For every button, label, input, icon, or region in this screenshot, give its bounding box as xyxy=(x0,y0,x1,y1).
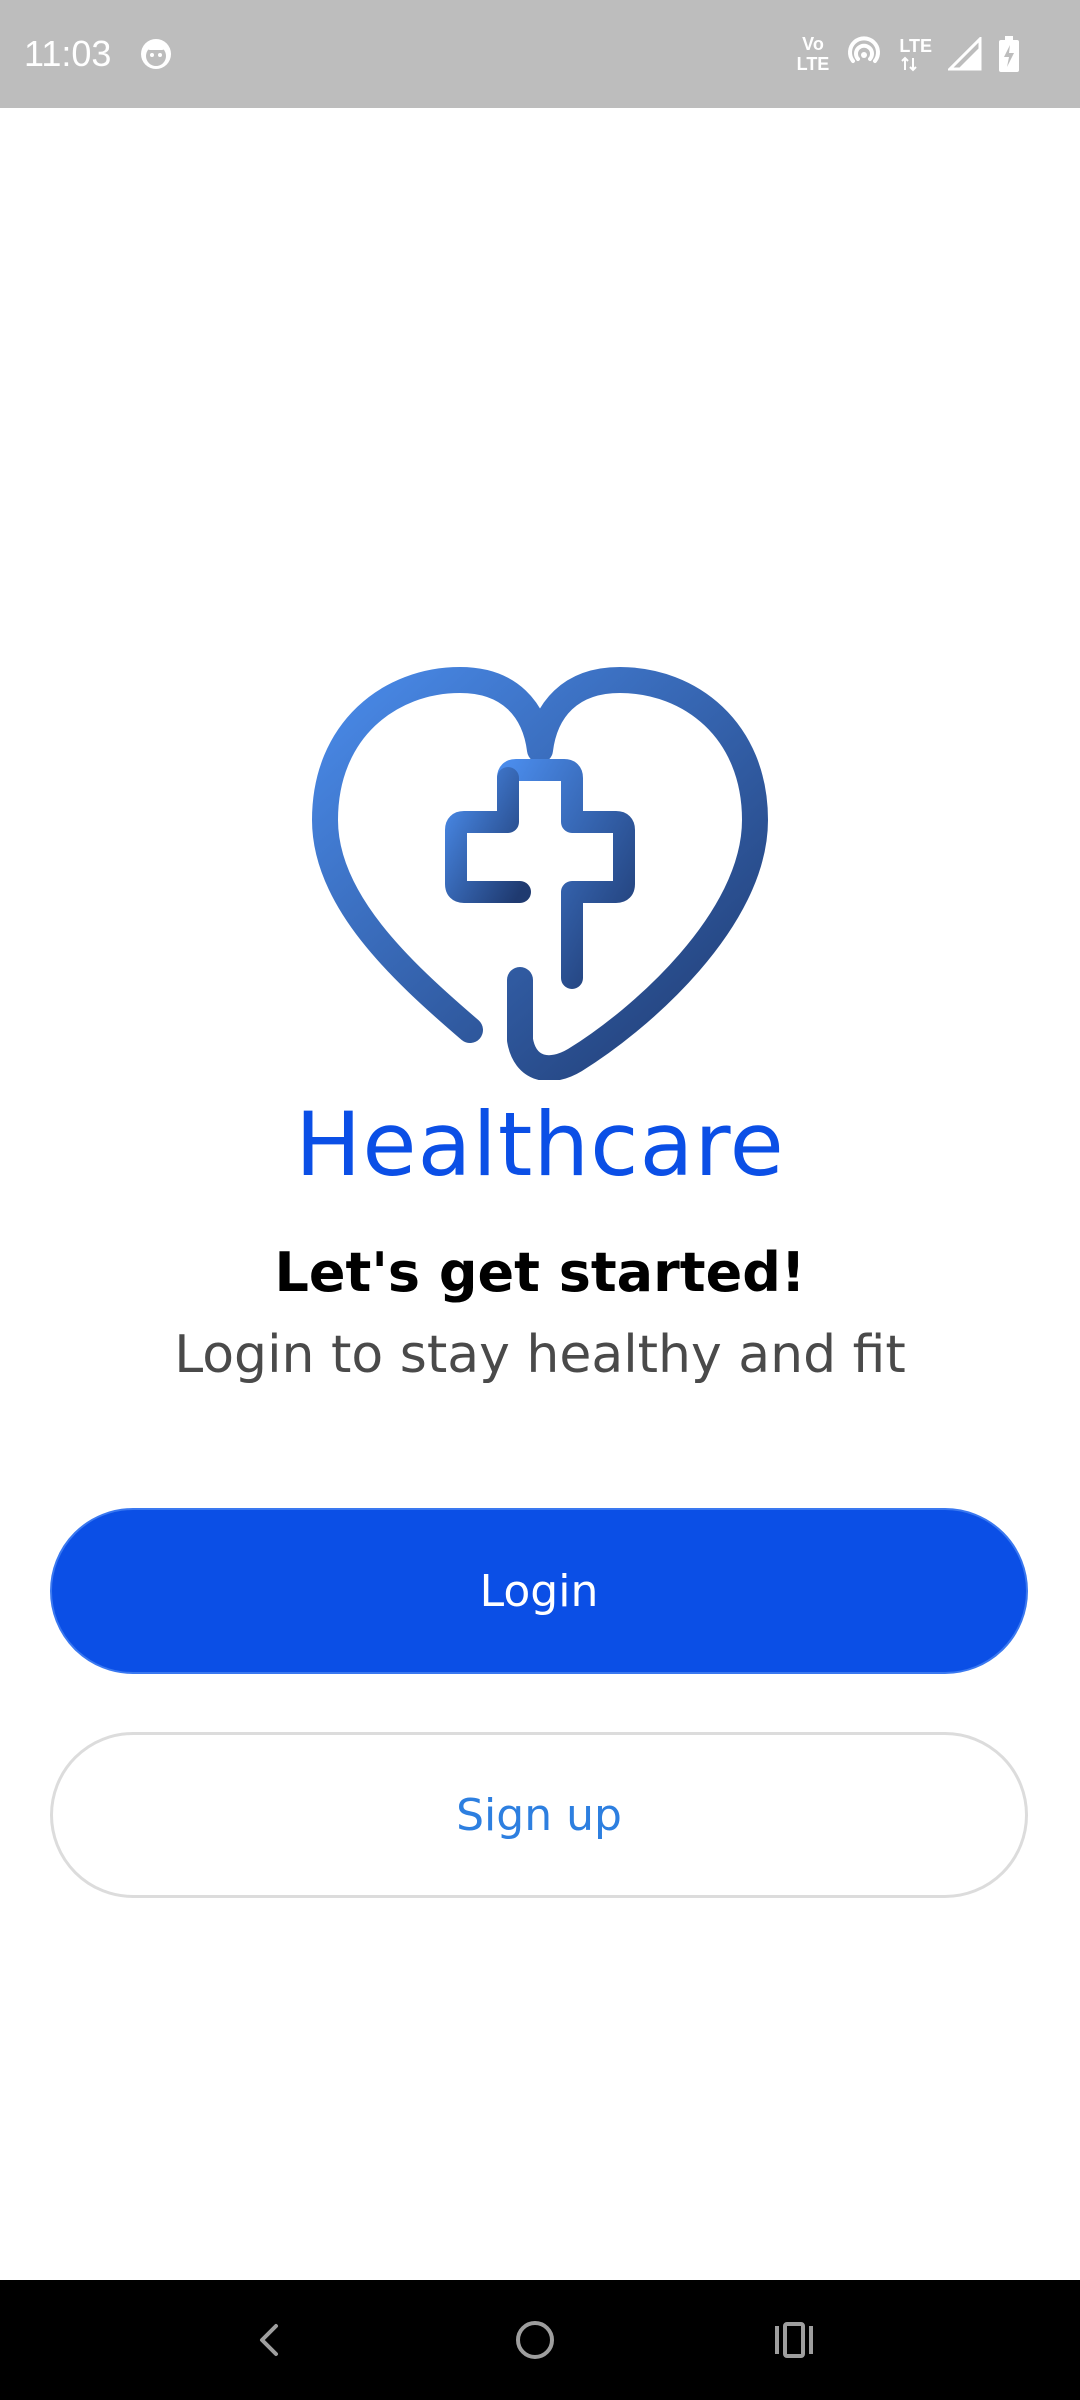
headline: Let's get started! xyxy=(274,1241,806,1304)
recents-icon[interactable] xyxy=(765,2310,825,2370)
navigation-bar xyxy=(0,2280,1080,2400)
subline: Login to stay healthy and fit xyxy=(174,1325,906,1385)
battery-charging-icon xyxy=(998,35,1020,73)
status-icons: Vo LTE LTE xyxy=(797,30,1020,78)
hotspot-icon xyxy=(845,35,883,73)
volte-icon: Vo LTE xyxy=(797,34,830,74)
status-time: 11:03 xyxy=(24,33,112,74)
volte-label-bottom: LTE xyxy=(796,54,830,74)
login-button[interactable]: Login xyxy=(50,1508,1028,1674)
signup-button[interactable]: Sign up xyxy=(50,1732,1028,1898)
heart-cross-icon xyxy=(310,660,770,1082)
signal-icon xyxy=(948,37,982,71)
back-icon[interactable] xyxy=(240,2310,300,2370)
welcome-screen: 11:03 Vo LTE LTE Healthcare Let's get st… xyxy=(0,0,1080,2400)
face-notification-icon xyxy=(138,36,178,76)
lte-label: LTE xyxy=(899,36,932,56)
status-bar: 11:03 Vo LTE LTE xyxy=(0,0,1080,108)
volte-label-top: Vo xyxy=(802,34,824,54)
lte-icon: LTE xyxy=(899,36,932,72)
app-title: Healthcare xyxy=(295,1093,785,1196)
home-icon[interactable] xyxy=(505,2310,565,2370)
